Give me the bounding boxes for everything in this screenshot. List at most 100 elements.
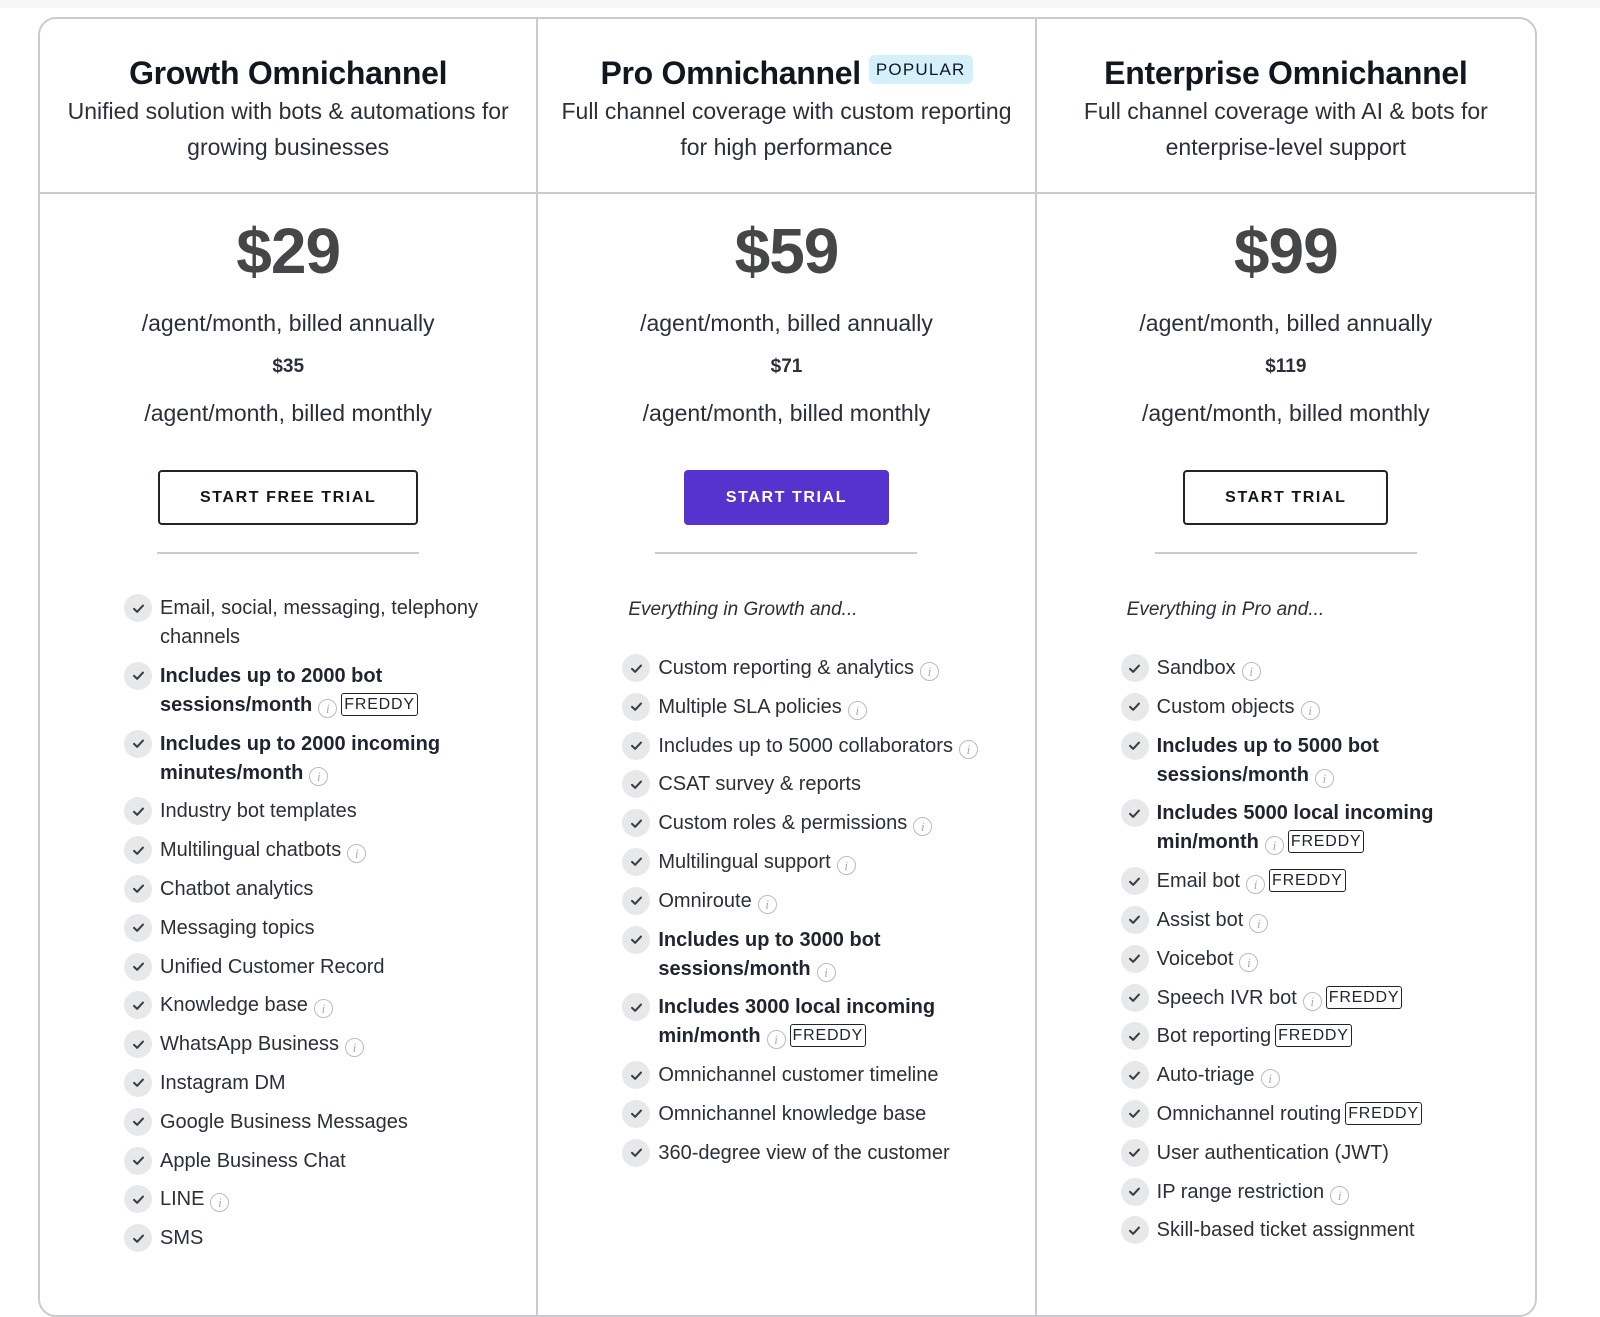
info-icon[interactable]: i xyxy=(313,999,333,1019)
info-icon[interactable]: i xyxy=(1249,913,1269,933)
feature-item: Speech IVR bot i FREDDY xyxy=(1120,983,1505,1013)
feature-text: Messaging topics xyxy=(160,916,315,939)
info-icon[interactable]: i xyxy=(920,662,939,681)
feature-text: Bot reporting xyxy=(1156,1025,1272,1048)
info-icon[interactable]: i xyxy=(816,962,836,982)
check-icon xyxy=(1120,654,1149,682)
feature-item: Assist bot i xyxy=(1120,905,1505,935)
info-icon[interactable]: i xyxy=(1300,700,1320,720)
check-icon xyxy=(1120,944,1149,973)
check-icon xyxy=(622,1099,651,1128)
info-icon[interactable]: i xyxy=(318,698,338,718)
check-icon xyxy=(124,991,152,1020)
monthly-price: $119 xyxy=(1265,356,1307,377)
feature-item: Multilingual support i xyxy=(622,847,1004,877)
info-icon[interactable]: i xyxy=(309,766,329,786)
check-icon xyxy=(622,692,651,721)
info-icon[interactable]: i xyxy=(1314,768,1334,788)
feature-item: Omniroute i xyxy=(622,886,1004,916)
feature-text: Includes up to 5000 bot sessions/month xyxy=(1156,734,1379,786)
feature-text: WhatsApp Business xyxy=(160,1033,339,1056)
plan-title: Growth Omnichannel xyxy=(129,53,447,93)
feature-item: Includes up to 3000 bot sessions/month i xyxy=(622,925,1004,984)
feature-text: Auto-triage xyxy=(1156,1064,1255,1087)
feature-item: WhatsApp Business i xyxy=(124,1030,506,1059)
start-trial-button[interactable]: START TRIAL xyxy=(1183,470,1389,525)
start-trial-button[interactable]: START FREE TRIAL xyxy=(157,470,419,525)
feature-item: Omnichannel routing FREDDY xyxy=(1120,1099,1505,1129)
price-block: $59 /agent/month, billed annually $71 /a… xyxy=(538,194,1034,428)
feature-item: Chatbot analytics xyxy=(124,874,506,904)
page-top-strip xyxy=(0,0,1600,8)
info-icon[interactable]: i xyxy=(1260,1069,1280,1089)
info-icon[interactable]: i xyxy=(210,1193,230,1213)
feature-list: Email, social, messaging, telephony chan… xyxy=(40,594,536,1253)
feature-item: Omnichannel knowledge base xyxy=(622,1099,1004,1129)
info-icon[interactable]: i xyxy=(766,1030,786,1050)
plan-description: Full channel coverage with AI & bots for… xyxy=(1083,98,1488,160)
plan-header: Growth Omnichannel Unified solution with… xyxy=(40,19,537,194)
check-icon xyxy=(124,797,152,826)
feature-item: Includes up to 2000 incoming minutes/mon… xyxy=(124,729,506,788)
check-icon xyxy=(124,874,152,903)
plan-card-growth-omnichannel: Growth Omnichannel Unified solution with… xyxy=(40,19,539,1315)
info-icon[interactable]: i xyxy=(347,844,367,864)
start-trial-button[interactable]: START TRIAL xyxy=(683,470,890,525)
feature-text: Custom reporting & analytics xyxy=(658,657,914,679)
feature-item: Auto-triage i xyxy=(1120,1061,1505,1090)
feature-item: Email bot i FREDDY xyxy=(1120,867,1505,896)
info-icon[interactable]: i xyxy=(913,817,933,837)
info-icon[interactable]: i xyxy=(836,855,856,875)
info-icon[interactable]: i xyxy=(1302,991,1322,1011)
feature-item: IP range restriction i xyxy=(1120,1177,1505,1207)
check-icon xyxy=(622,886,651,915)
monthly-price: $35 xyxy=(272,356,305,377)
feature-intro: Everything in Pro and... xyxy=(1126,599,1325,620)
annual-price: $29 xyxy=(236,215,341,287)
check-icon xyxy=(622,993,651,1022)
feature-item: Instagram DM xyxy=(124,1068,506,1098)
feature-text: Email bot xyxy=(1156,870,1241,893)
info-icon[interactable]: i xyxy=(1330,1185,1350,1205)
feature-text: Omnichannel customer timeline xyxy=(658,1064,939,1087)
check-icon xyxy=(1120,1061,1149,1090)
feature-item: Includes up to 2000 bot sessions/month i F… xyxy=(124,661,506,720)
feature-item: Includes 5000 local incoming min/month i F… xyxy=(1120,799,1505,857)
check-icon xyxy=(622,770,651,799)
feature-item: Omnichannel customer timeline xyxy=(622,1061,1004,1090)
info-icon[interactable]: i xyxy=(1239,952,1259,972)
freddy-tag: FREDDY xyxy=(1345,1101,1422,1125)
info-icon[interactable]: i xyxy=(847,700,867,720)
info-icon[interactable]: i xyxy=(1246,875,1266,895)
feature-text: 360-degree view of the customer xyxy=(658,1141,950,1164)
plan-header: Pro Omnichannel POPULAR Full channel cov… xyxy=(538,19,1035,194)
feature-text: Custom objects xyxy=(1156,695,1295,718)
popular-badge: POPULAR xyxy=(868,54,973,84)
freddy-tag: FREDDY xyxy=(1325,985,1403,1009)
check-icon xyxy=(124,952,152,981)
info-icon[interactable]: i xyxy=(1264,836,1284,856)
price-block: $99 /agent/month, billed annually $119 /… xyxy=(1037,194,1535,428)
check-icon xyxy=(1120,692,1149,721)
feature-item: Apple Business Chat xyxy=(124,1146,506,1176)
check-icon xyxy=(124,729,152,758)
feature-text: Includes up to 5000 collaborators xyxy=(658,734,953,757)
check-icon xyxy=(124,1030,152,1059)
feature-text: Skill-based ticket assignment xyxy=(1156,1219,1415,1242)
check-icon xyxy=(1120,1216,1149,1245)
feature-text: Speech IVR bot xyxy=(1156,986,1297,1009)
billed-annually-label: /agent/month, billed annually xyxy=(1139,310,1433,336)
monthly-price: $71 xyxy=(770,356,803,377)
check-icon xyxy=(622,654,651,682)
feature-intro: Everything in Growth and... xyxy=(628,599,858,620)
feature-text: Includes up to 2000 incoming minutes/mon… xyxy=(160,732,441,784)
info-icon[interactable]: i xyxy=(958,739,978,759)
info-icon[interactable]: i xyxy=(344,1038,364,1058)
pricing-table: Growth Omnichannel Unified solution with… xyxy=(38,17,1537,1317)
plan-description: Unified solution with bots & automations… xyxy=(67,98,509,160)
freddy-tag: FREDDY xyxy=(1275,1024,1352,1048)
check-icon xyxy=(124,836,152,865)
info-icon[interactable]: i xyxy=(757,894,777,914)
freddy-tag: FREDDY xyxy=(789,1024,867,1048)
info-icon[interactable]: i xyxy=(1241,662,1261,681)
